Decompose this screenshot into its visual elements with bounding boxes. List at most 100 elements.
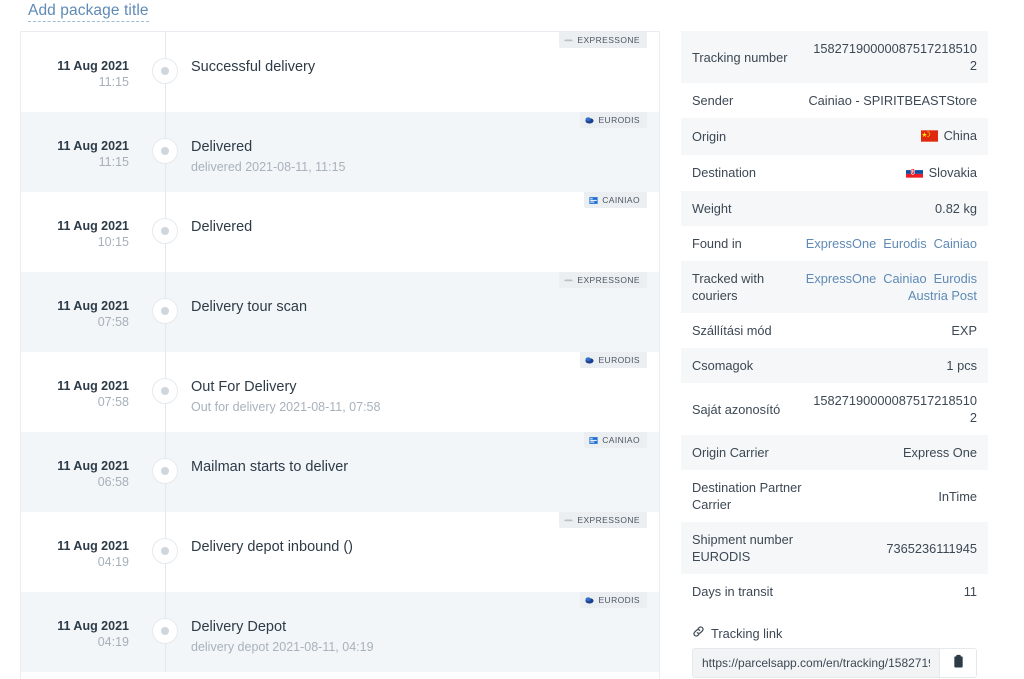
copy-tracking-link-button[interactable]	[939, 648, 977, 678]
detail-row: Days in transit 11	[681, 574, 988, 609]
timeline-event-time: 04:19	[97, 555, 129, 569]
courier-link[interactable]: Cainiao	[934, 236, 977, 251]
courier-badge-label: EURODIS	[598, 595, 640, 605]
courier-badge-label: EXPRESSONE	[577, 515, 640, 525]
detail-label: Csomagok	[692, 358, 754, 373]
tracking-link-input[interactable]	[692, 648, 939, 678]
timeline-event-row: 11 Aug 2021 07:58 Out For Delivery Out for …	[21, 352, 659, 432]
timeline-event-time: 07:58	[97, 395, 129, 409]
timeline-event-time: 06:58	[97, 475, 129, 489]
detail-value: InTime	[938, 488, 977, 504]
timeline-event-date: 11 Aug 2021	[57, 59, 129, 73]
add-package-title-wrap: Add package title	[28, 2, 149, 22]
timeline-event-detail: delivered 2021-08-11, 11:15	[191, 160, 346, 174]
timeline-event-datetime: 11 Aug 2021 07:58	[21, 272, 139, 331]
flag-slovakia-icon	[905, 166, 923, 178]
courier-badge[interactable]: EXPRESSONE	[559, 512, 647, 528]
tracking-timeline: 11 Aug 2021 11:15 Successful delivery EXPRE…	[20, 31, 660, 679]
courier-badge[interactable]: EURODIS	[580, 352, 647, 368]
detail-row: Destination Partner Carrier InTime	[681, 470, 988, 522]
courier-link[interactable]: Eurodis	[934, 271, 977, 286]
detail-label: Weight	[692, 201, 732, 216]
detail-row: Weight 0.82 kg	[681, 191, 988, 226]
courier-badge-label: CAINIAO	[602, 435, 640, 445]
detail-row: Tracked with couriers ExpressOne Cainiao Eu…	[681, 261, 988, 313]
detail-row: Origin China	[681, 118, 988, 155]
detail-label: Origin	[692, 128, 727, 144]
detail-label: Destination	[692, 165, 757, 181]
timeline-event-datetime: 11 Aug 2021 11:15	[21, 112, 139, 171]
detail-value: 11	[963, 584, 977, 599]
detail-label: Tracked with couriers	[692, 271, 765, 303]
timeline-event-detail: Out for delivery 2021-08-11, 07:58	[191, 400, 381, 414]
courier-link[interactable]: Eurodis	[883, 236, 926, 251]
detail-value: 0.82 kg	[935, 201, 977, 216]
timeline-event-status: Out For Delivery	[191, 379, 297, 395]
eurodis-icon	[585, 356, 595, 363]
clipboard-icon	[952, 654, 965, 672]
timeline-event-row: 11 Aug 2021 04:19 Delivery depot inbound (…	[21, 512, 659, 592]
eurodis-icon	[585, 116, 595, 123]
timeline-dot-icon	[152, 378, 178, 404]
timeline-marker-column	[139, 192, 191, 272]
timeline-event-time: 10:15	[97, 235, 129, 249]
detail-row: Shipment number EURODIS 7365236111945	[681, 522, 988, 574]
timeline-event-status: Mailman starts to deliver	[191, 459, 349, 475]
timeline-event-datetime: 11 Aug 2021 04:19	[21, 592, 139, 651]
timeline-dot-icon	[152, 298, 178, 324]
detail-value: 1 pcs	[946, 358, 977, 373]
tracking-link-block: Tracking link	[681, 625, 988, 678]
courier-badge[interactable]: EURODIS	[580, 112, 647, 128]
timeline-event-status: Successful delivery	[191, 59, 316, 75]
expressone-icon	[564, 518, 574, 521]
detail-row: Destination Slovakia	[681, 154, 988, 191]
timeline-event-date: 11 Aug 2021	[57, 299, 129, 313]
detail-row: Szállítási mód EXP	[681, 313, 988, 348]
cainiao-icon	[589, 436, 598, 444]
timeline-event-time: 11:15	[98, 75, 129, 89]
detail-label: Destination Partner Carrier	[692, 480, 802, 512]
detail-value: EXP	[951, 323, 977, 338]
courier-link[interactable]: Cainiao	[883, 271, 926, 286]
courier-badge[interactable]: EXPRESSONE	[559, 32, 647, 48]
timeline-event-datetime: 11 Aug 2021 06:58	[21, 432, 139, 491]
timeline-event-row: 11 Aug 2021 06:58 Mailman starts to delive…	[21, 432, 659, 512]
timeline-event-date: 11 Aug 2021	[57, 139, 129, 153]
courier-badge[interactable]: CAINIAO	[584, 432, 647, 448]
timeline-marker-column	[139, 512, 191, 592]
tracking-link-heading: Tracking link	[692, 625, 977, 641]
detail-label: Sender	[692, 93, 734, 108]
timeline-dot-icon	[152, 538, 178, 564]
add-package-title-link[interactable]: Add package title	[28, 2, 149, 22]
courier-badge[interactable]: EURODIS	[580, 592, 647, 608]
timeline-event-datetime: 11 Aug 2021 11:15	[21, 32, 139, 91]
tracking-link-row	[692, 648, 977, 678]
timeline-dot-icon	[152, 218, 178, 244]
detail-value-links: ExpressOne Eurodis Cainiao	[804, 235, 977, 252]
detail-value: 7365236111945	[886, 540, 977, 556]
tracking-link-label: Tracking link	[711, 625, 783, 641]
timeline-event-date: 11 Aug 2021	[57, 379, 129, 393]
detail-value: Express One	[903, 445, 977, 460]
courier-link[interactable]: ExpressOne	[806, 236, 876, 251]
timeline-event-date: 11 Aug 2021	[57, 459, 129, 473]
timeline-event-status: Delivered	[191, 219, 253, 235]
detail-label: Saját azonosító	[692, 401, 781, 417]
courier-badge[interactable]: EXPRESSONE	[559, 272, 647, 288]
courier-badge-label: EXPRESSONE	[577, 35, 640, 45]
detail-label: Found in	[692, 236, 742, 251]
shipment-details-panel: Tracking number 15827190000087517218510 2…	[681, 31, 988, 678]
timeline-event-row: 11 Aug 2021 10:15 Delivered CAINIAO	[21, 192, 659, 272]
courier-link[interactable]: Austria Post	[908, 288, 977, 303]
timeline-marker-column	[139, 592, 191, 672]
detail-value-links: ExpressOne Cainiao Eurodis Austria Post	[804, 270, 977, 304]
timeline-dot-icon	[152, 58, 178, 84]
detail-value: Cainiao - SPIRITBEASTStore	[808, 93, 977, 108]
detail-label: Tracking number	[692, 49, 788, 65]
timeline-marker-column	[139, 112, 191, 192]
detail-value-country: China	[804, 127, 977, 146]
courier-badge[interactable]: CAINIAO	[584, 192, 647, 208]
courier-link[interactable]: ExpressOne	[806, 271, 876, 286]
link-chain-icon	[692, 625, 705, 641]
detail-row: Found in ExpressOne Eurodis Cainiao	[681, 226, 988, 261]
